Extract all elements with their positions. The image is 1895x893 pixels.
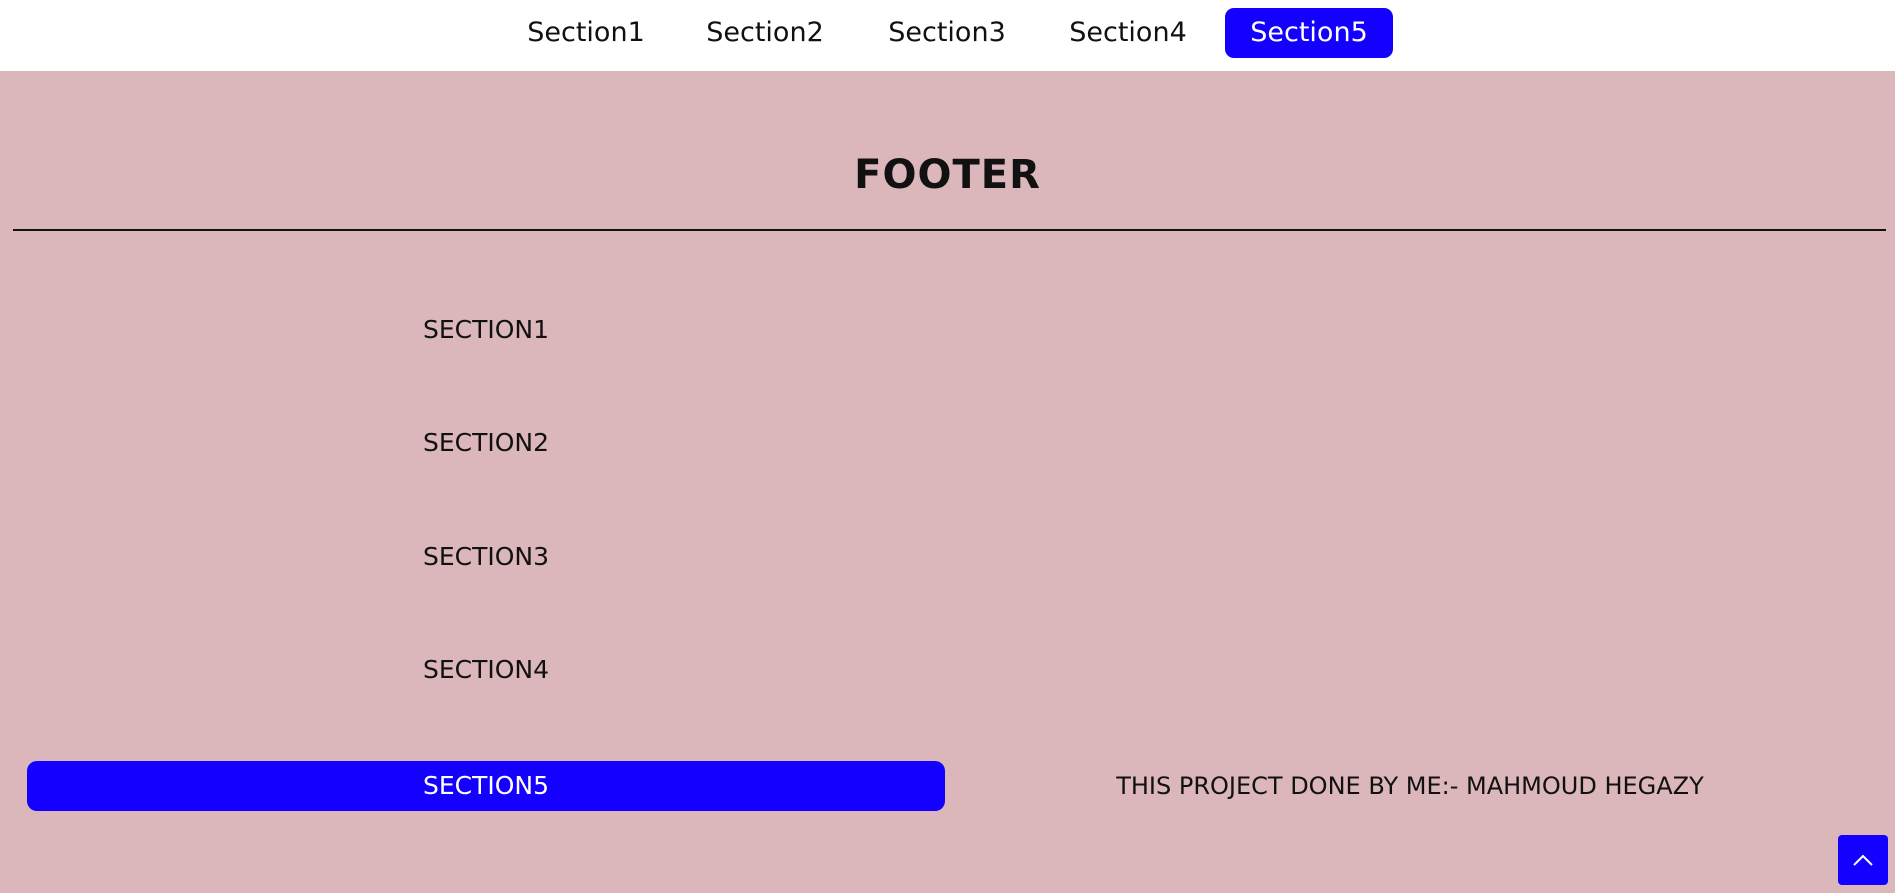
nav-item-section4[interactable]: Section4: [1056, 8, 1200, 58]
footer-divider: [13, 229, 1886, 231]
footer-link-section2[interactable]: SECTION2: [27, 418, 945, 468]
scroll-to-top-button[interactable]: [1838, 835, 1888, 885]
nav-item-section3[interactable]: Section3: [874, 8, 1020, 58]
chevron-up-icon: [1853, 854, 1873, 866]
footer-link-section5[interactable]: SECTION5: [27, 761, 945, 811]
footer-credit: THIS PROJECT DONE BY ME:- MAHMOUD HEGAZY: [1116, 772, 1704, 800]
footer-link-section3[interactable]: SECTION3: [27, 532, 945, 582]
footer-link-section1[interactable]: SECTION1: [27, 305, 945, 355]
top-navbar: Section1 Section2 Section3 Section4 Sect…: [0, 0, 1895, 71]
nav-item-section1[interactable]: Section1: [516, 8, 656, 58]
nav-item-section2[interactable]: Section2: [692, 8, 838, 58]
footer-title: FOOTER: [854, 152, 1041, 198]
nav-item-section5[interactable]: Section5: [1225, 8, 1393, 58]
footer-link-section4[interactable]: SECTION4: [27, 645, 945, 695]
